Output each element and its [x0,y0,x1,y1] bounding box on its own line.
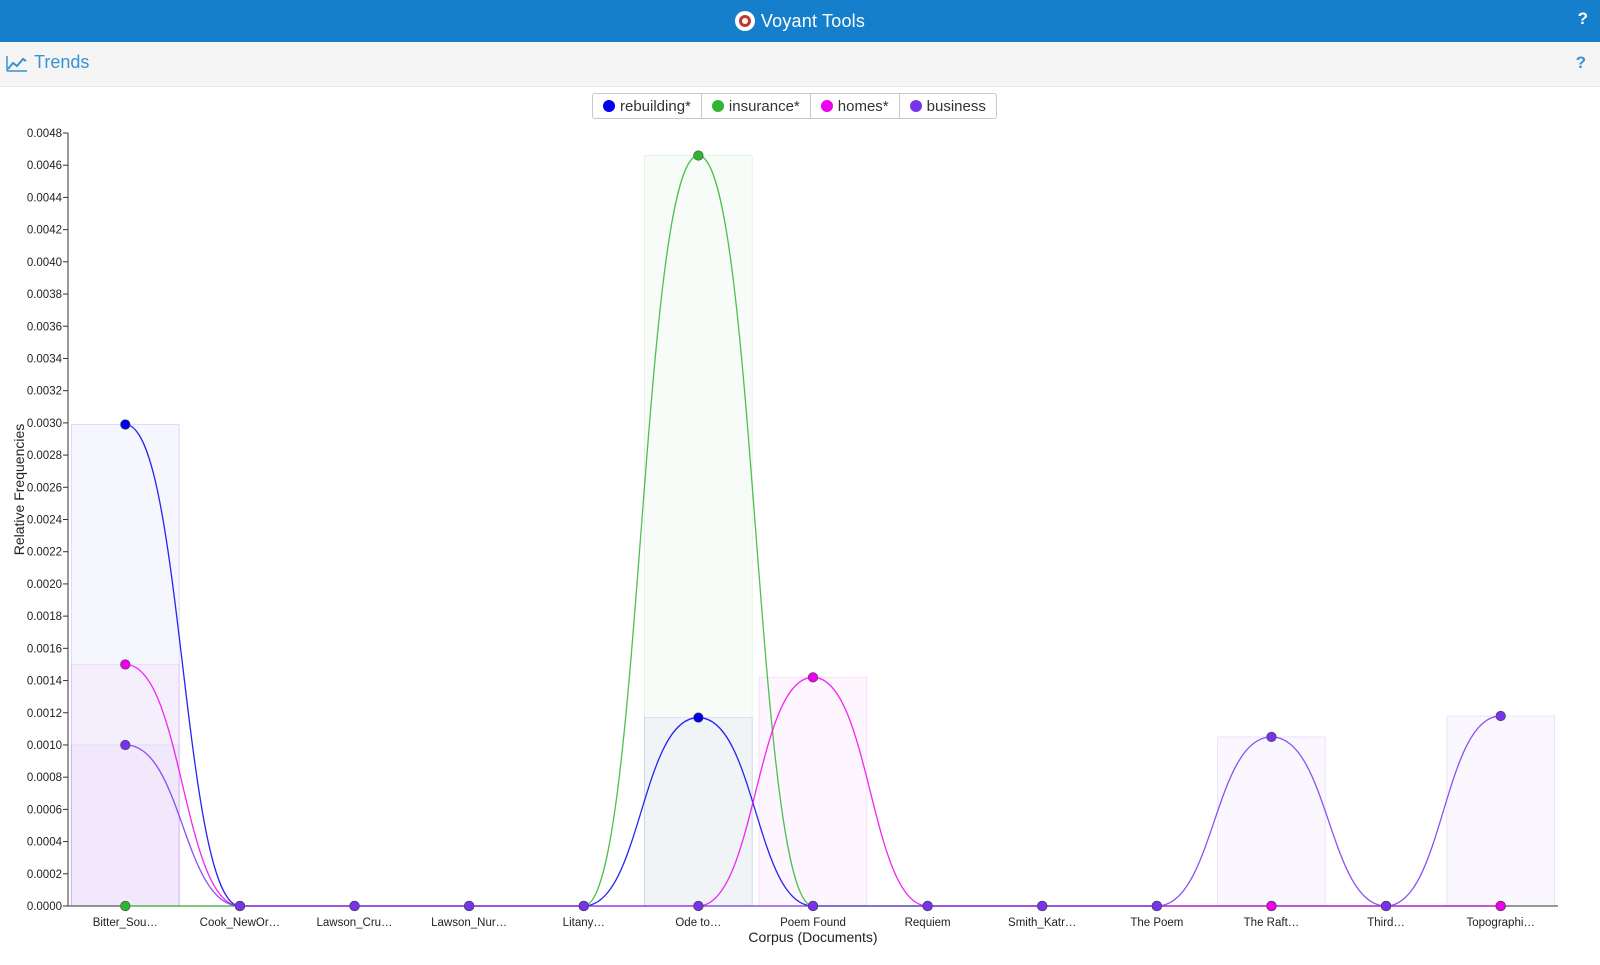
x-tick-label: Poem Found [780,917,846,929]
y-tick-label: 0.0024 [27,515,63,527]
legend-swatch-icon [603,100,615,112]
document-bar[interactable] [1217,736,1326,907]
legend-item-0[interactable]: rebuilding* [593,94,701,118]
x-tick-label: Topographi… [1466,917,1534,929]
x-tick-label: Cook_NewOr… [200,917,281,929]
legend-label: insurance* [728,97,800,115]
app-help-button[interactable]: ? [1578,9,1588,29]
document-bar[interactable] [1446,715,1556,907]
data-point[interactable] [1380,900,1392,912]
y-tick-label: 0.0014 [27,676,63,688]
trends-chart: 0.0000 0.0002 0.0004 0.0006 0.0008 0.0010 0.00… [11,128,1558,945]
data-point[interactable] [120,739,131,751]
y-tick-label: 0.0048 [27,128,62,140]
y-tick-label: 0.0006 [27,804,62,816]
app-header: Voyant Tools ? [0,0,1600,42]
panel-help-button[interactable]: ? [1576,53,1586,73]
x-tick-label: Third… [1367,917,1405,929]
x-tick-label: The Poem [1130,917,1183,929]
y-tick-label: 0.0038 [27,289,62,301]
document-bar[interactable] [644,717,753,907]
y-tick-label: 0.0032 [27,386,62,398]
data-point[interactable] [464,900,475,912]
y-tick-label: 0.0026 [27,482,62,494]
data-point[interactable] [693,900,704,912]
y-tick-label: 0.0030 [27,418,62,430]
x-axis-label: Corpus (Documents) [748,929,877,945]
y-tick-label: 0.0016 [27,643,62,655]
legend-swatch-icon [820,100,833,112]
data-point[interactable] [120,419,131,430]
document-bar[interactable] [70,744,180,907]
data-point[interactable] [1495,900,1506,912]
voyant-logo-icon [734,11,755,31]
x-tick-label: Requiem [905,917,951,929]
data-point[interactable] [1266,900,1277,912]
x-tick-label: Smith_Katr… [1008,917,1076,929]
y-tick-label: 0.0036 [27,321,62,333]
legend-item-2[interactable]: homes* [809,94,899,118]
legend-label: homes* [837,97,889,115]
data-point[interactable] [1495,710,1506,722]
document-bar[interactable] [758,676,868,907]
data-point[interactable] [578,900,589,912]
y-tick-label: 0.0042 [27,225,62,237]
chart-legend: rebuilding* insurance* homes* business [592,93,997,119]
data-point[interactable] [922,900,933,912]
x-tick-label: The Raft… [1244,917,1300,929]
data-point[interactable] [693,712,704,723]
panel-title-label: Trends [34,52,90,72]
y-tick-label: 0.0000 [27,901,62,913]
data-point[interactable] [1151,900,1162,912]
document-bars [70,155,1556,907]
x-tick-label: Ode to… [675,917,721,929]
x-tick-label: Lawson_Cru… [316,917,392,929]
legend-swatch-icon [909,100,922,112]
panel-header: Trends ? [0,42,1600,87]
panel-title[interactable]: Trends [6,52,89,73]
y-tick-label: 0.0010 [27,740,62,752]
data-point[interactable] [120,900,131,912]
x-tick-label: Bitter_Sou… [93,917,158,929]
legend-item-3[interactable]: business [898,94,996,118]
x-tick-label: Litany… [563,917,605,929]
data-point[interactable] [234,900,246,912]
legend-swatch-icon [711,100,724,112]
y-tick-label: 0.0020 [27,579,62,591]
data-point[interactable] [1266,731,1277,743]
data-point[interactable] [349,900,360,912]
y-axis-label: Relative Frequencies [11,424,27,556]
y-tick-label: 0.0044 [27,192,63,204]
y-tick-label: 0.0040 [27,257,62,269]
y-tick-label: 0.0034 [27,353,63,365]
y-tick-label: 0.0008 [27,772,62,784]
x-tick-label: Lawson_Nur… [431,917,507,929]
legend-item-1[interactable]: insurance* [700,94,810,118]
data-point[interactable] [807,900,819,912]
y-tick-label: 0.0018 [27,611,62,623]
trend-chart-icon [6,55,27,72]
y-tick-label: 0.0028 [27,450,62,462]
legend-label: business [926,97,986,115]
y-tick-label: 0.0012 [27,708,62,720]
y-tick-label: 0.0022 [27,547,62,559]
y-tick-label: 0.0002 [27,869,62,881]
app-title: Voyant Tools [760,10,866,31]
data-point[interactable] [120,659,131,670]
y-tick-label: 0.0004 [27,837,63,849]
data-point[interactable] [693,150,704,161]
legend-label: rebuilding* [620,97,691,115]
app-brand[interactable]: Voyant Tools [0,0,1600,42]
y-tick-label: 0.0046 [27,160,62,172]
data-point[interactable] [1037,900,1048,912]
data-point[interactable] [807,672,819,683]
